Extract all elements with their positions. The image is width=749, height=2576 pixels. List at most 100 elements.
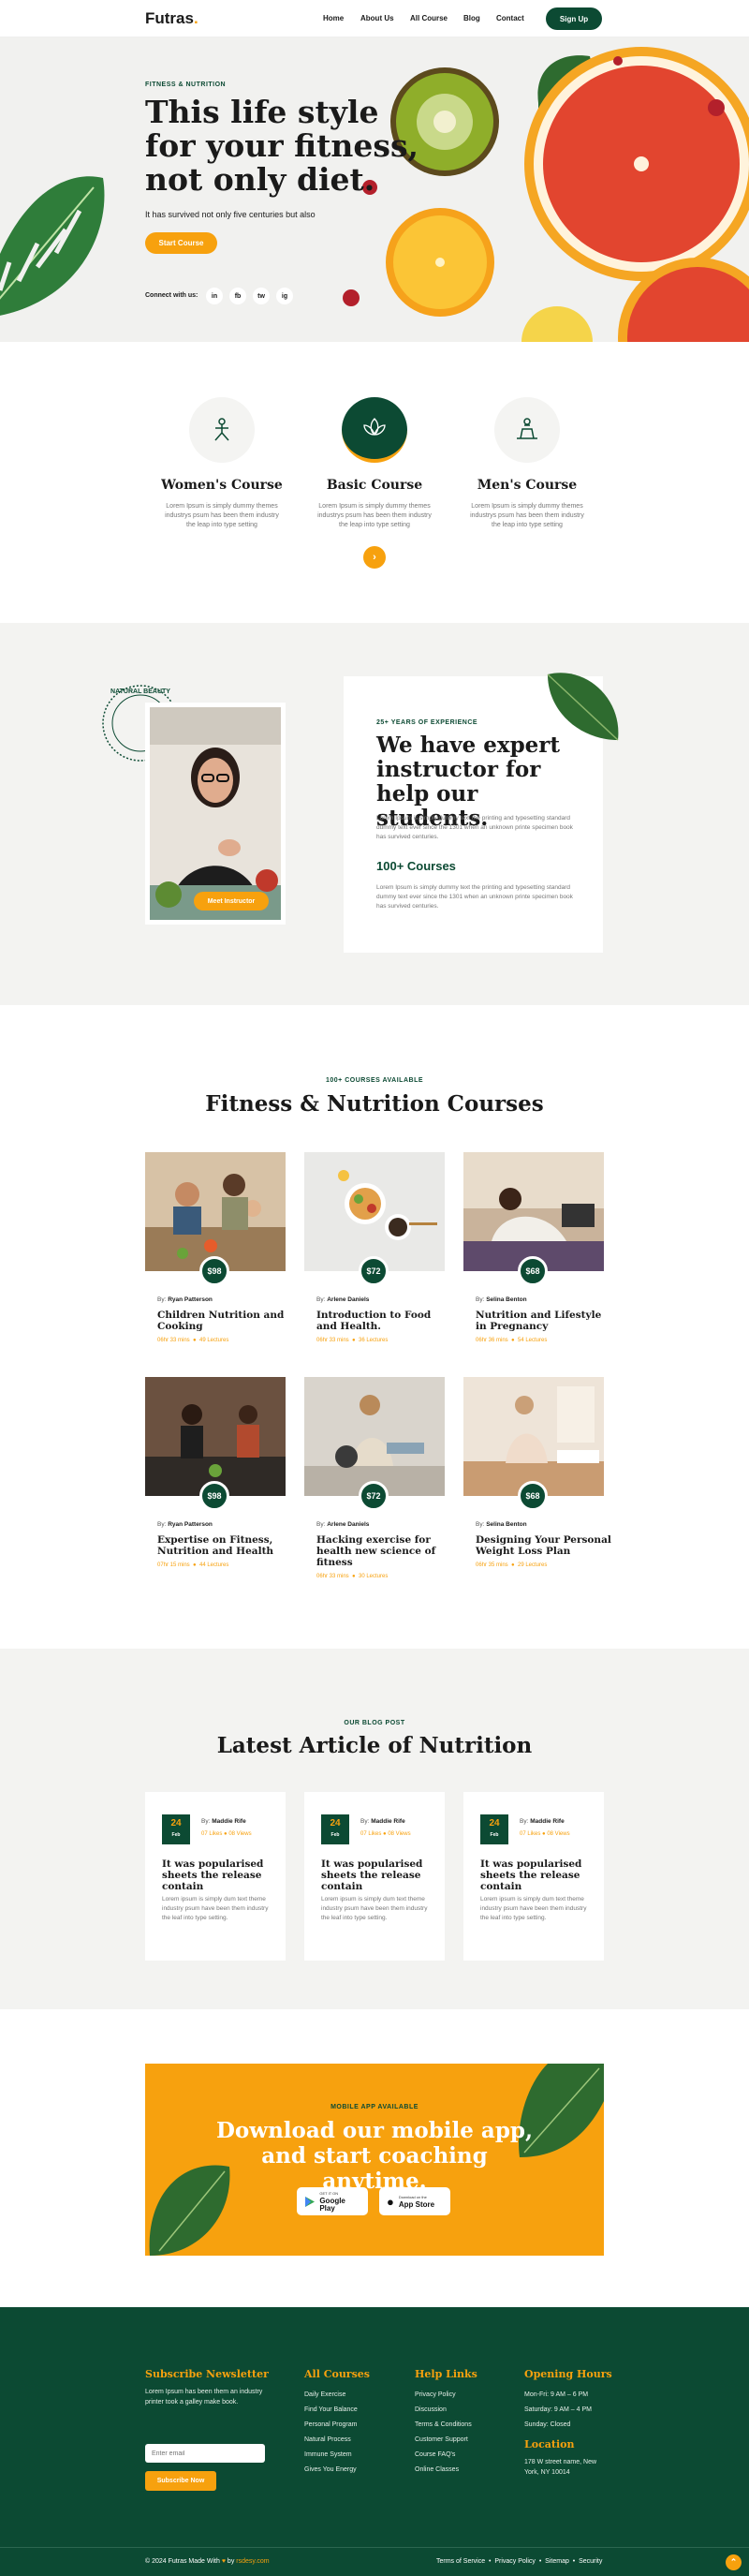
footer-link[interactable]: Terms & Conditions [415, 2418, 472, 2433]
security-link[interactable]: Security [579, 2558, 602, 2565]
monstera-leaf-left [0, 176, 105, 316]
bottom-links: Terms of Service • Privacy Policy • Site… [436, 2558, 603, 2565]
course-author: By: Arlene Daniels [316, 1521, 370, 1528]
blog-author: By: Maddie Rife [360, 1818, 405, 1825]
footer-link[interactable]: Online Classes [415, 2463, 472, 2478]
instructor-para-2: Lorem Ipsum is simply dummy text the pri… [376, 884, 573, 910]
course-title[interactable]: Expertise on Fitness, Nutrition and Heal… [157, 1534, 293, 1557]
course-image[interactable] [463, 1377, 604, 1496]
linkedin-icon[interactable]: in [206, 288, 223, 304]
site-footer: Subscribe Newsletter Lorem Ipsum has bee… [0, 2307, 749, 2576]
email-input[interactable] [145, 2444, 265, 2463]
footer-link[interactable]: Gives You Energy [304, 2463, 358, 2478]
terms-link[interactable]: Terms of Service [436, 2558, 485, 2565]
privacy-link[interactable]: Privacy Policy [494, 2558, 536, 2565]
blog-meta: 07 Likes ● 08 Views [201, 1831, 252, 1837]
mens-course-icon[interactable] [494, 397, 560, 463]
blog-kicker: OUR BLOG POST [344, 1720, 405, 1726]
course-title[interactable]: Children Nutrition and Cooking [157, 1310, 293, 1332]
course-title[interactable]: Hacking exercise for health new science … [316, 1534, 452, 1568]
course-meta: 06hr 36 mins ● 54 Lectures [476, 1338, 548, 1343]
blog-author: By: Maddie Rife [520, 1818, 565, 1825]
course-image[interactable] [145, 1377, 286, 1496]
app-title: Download our mobile app, and start coach… [215, 2118, 533, 2194]
footer-link[interactable]: Course FAQ's [415, 2448, 472, 2463]
nav-all-course[interactable]: All Course [410, 14, 448, 22]
womens-course-title[interactable]: Women's Course [156, 478, 287, 493]
course-image[interactable] [463, 1152, 604, 1271]
course-image[interactable] [304, 1377, 445, 1496]
blog-meta: 07 Likes ● 08 Views [520, 1831, 570, 1837]
course-image[interactable] [145, 1152, 286, 1271]
google-play-button[interactable]: GET IT ON Google Play [297, 2187, 368, 2215]
blog-post-title[interactable]: It was popularised sheets the release co… [321, 1858, 433, 1892]
all-courses-title: All Courses [304, 2368, 370, 2380]
opening-hours-list: Mon-Fri: 9 AM – 6 PM Saturday: 9 AM – 4 … [524, 2388, 592, 2433]
nav-home[interactable]: Home [323, 14, 344, 22]
footer-link[interactable]: Natural Process [304, 2433, 358, 2448]
newsletter-title: Subscribe Newsletter [145, 2368, 269, 2380]
course-title[interactable]: Introduction to Food and Health. [316, 1310, 452, 1332]
instructor-kicker: 25+ YEARS OF EXPERIENCE [376, 719, 478, 726]
blog-post-desc: Lorem ipsum is simply dum text theme ind… [321, 1896, 428, 1921]
blog-title: Latest Article of Nutrition [216, 1733, 533, 1758]
nav-about[interactable]: About Us [360, 14, 394, 22]
nav-contact[interactable]: Contact [496, 14, 524, 22]
footer-link[interactable]: Customer Support [415, 2433, 472, 2448]
course-image[interactable] [304, 1152, 445, 1271]
google-play-icon [305, 2196, 315, 2207]
course-title[interactable]: Designing Your Personal Weight Loss Plan [476, 1534, 611, 1557]
brand-link[interactable]: rsdesy.com [236, 2558, 269, 2565]
facebook-icon[interactable]: fb [229, 288, 246, 304]
courses-count: 100+ Courses [376, 859, 456, 873]
blog-author: By: Maddie Rife [201, 1818, 246, 1825]
blog-post-desc: Lorem ipsum is simply dum text theme ind… [480, 1896, 587, 1921]
footer-link[interactable]: Find Your Balance [304, 2403, 358, 2418]
app-store-button[interactable]: ● Download on the App Store [379, 2187, 450, 2215]
course-meta: 06hr 33 mins ● 49 Lectures [157, 1338, 229, 1343]
nav-blog[interactable]: Blog [463, 14, 480, 22]
basic-course-icon[interactable] [342, 397, 407, 463]
basic-course-desc: Lorem Ipsum is simply dummy themes indus… [317, 503, 432, 528]
course-author: By: Ryan Patterson [157, 1296, 213, 1303]
subscribe-button[interactable]: Subscribe Now [145, 2471, 216, 2491]
meet-instructor-button[interactable]: Meet Instructor [194, 892, 269, 910]
blog-post-title[interactable]: It was popularised sheets the release co… [162, 1858, 274, 1892]
google-play-label: Google Play [319, 2197, 345, 2213]
course-title[interactable]: Nutrition and Lifestyle in Pregnancy [476, 1310, 611, 1332]
womens-course-icon[interactable] [189, 397, 255, 463]
footer-link[interactable]: Privacy Policy [415, 2388, 472, 2403]
footer-link[interactable]: Daily Exercise [304, 2388, 358, 2403]
price-badge: $72 [359, 1481, 389, 1511]
signup-button[interactable]: Sign Up [546, 7, 602, 30]
price-badge: $98 [199, 1481, 229, 1511]
logo-dot: . [193, 9, 198, 27]
logo[interactable]: Futras. [145, 9, 198, 28]
courses-kicker: 100+ COURSES AVAILABLE [325, 1077, 424, 1084]
course-meta: 07hr 15 mins ● 44 Lectures [157, 1562, 229, 1568]
hours-line: Saturday: 9 AM – 4 PM [524, 2406, 592, 2413]
footer-courses-list: Daily Exercise Find Your Balance Persona… [304, 2388, 358, 2478]
price-badge: $68 [518, 1481, 548, 1511]
footer-link[interactable]: Immune System [304, 2448, 358, 2463]
basic-course-title[interactable]: Basic Course [309, 478, 440, 493]
instagram-icon[interactable]: ig [276, 288, 293, 304]
sitemap-link[interactable]: Sitemap [545, 2558, 569, 2565]
blog-post-title[interactable]: It was popularised sheets the release co… [480, 1858, 593, 1892]
scroll-top-icon[interactable]: ⌃ [726, 2554, 742, 2570]
start-course-button[interactable]: Start Course [145, 232, 217, 254]
footer-link[interactable]: Personal Program [304, 2418, 358, 2433]
date-badge: 24 Feb [321, 1814, 349, 1844]
app-banner: MOBILE APP AVAILABLE Download our mobile… [145, 2064, 604, 2256]
next-arrow-icon[interactable]: › [363, 546, 386, 569]
instructor-para-1: Lorem Ipsum is simply dummy text the pri… [376, 815, 573, 840]
footer-link[interactable]: Discussion [415, 2403, 472, 2418]
courses-title: Fitness & Nutrition Courses [205, 1091, 544, 1117]
hours-line: Mon-Fri: 9 AM – 6 PM [524, 2391, 589, 2398]
twitter-icon[interactable]: tw [253, 288, 270, 304]
mens-course-title[interactable]: Men's Course [462, 478, 593, 493]
apple-icon: ● [387, 2194, 394, 2209]
course-author: By: Selina Benton [476, 1521, 527, 1528]
copyright-bar: © 2024 Futras Made With ♥ by rsdesy.com … [0, 2547, 749, 2576]
course-author: By: Selina Benton [476, 1296, 527, 1303]
